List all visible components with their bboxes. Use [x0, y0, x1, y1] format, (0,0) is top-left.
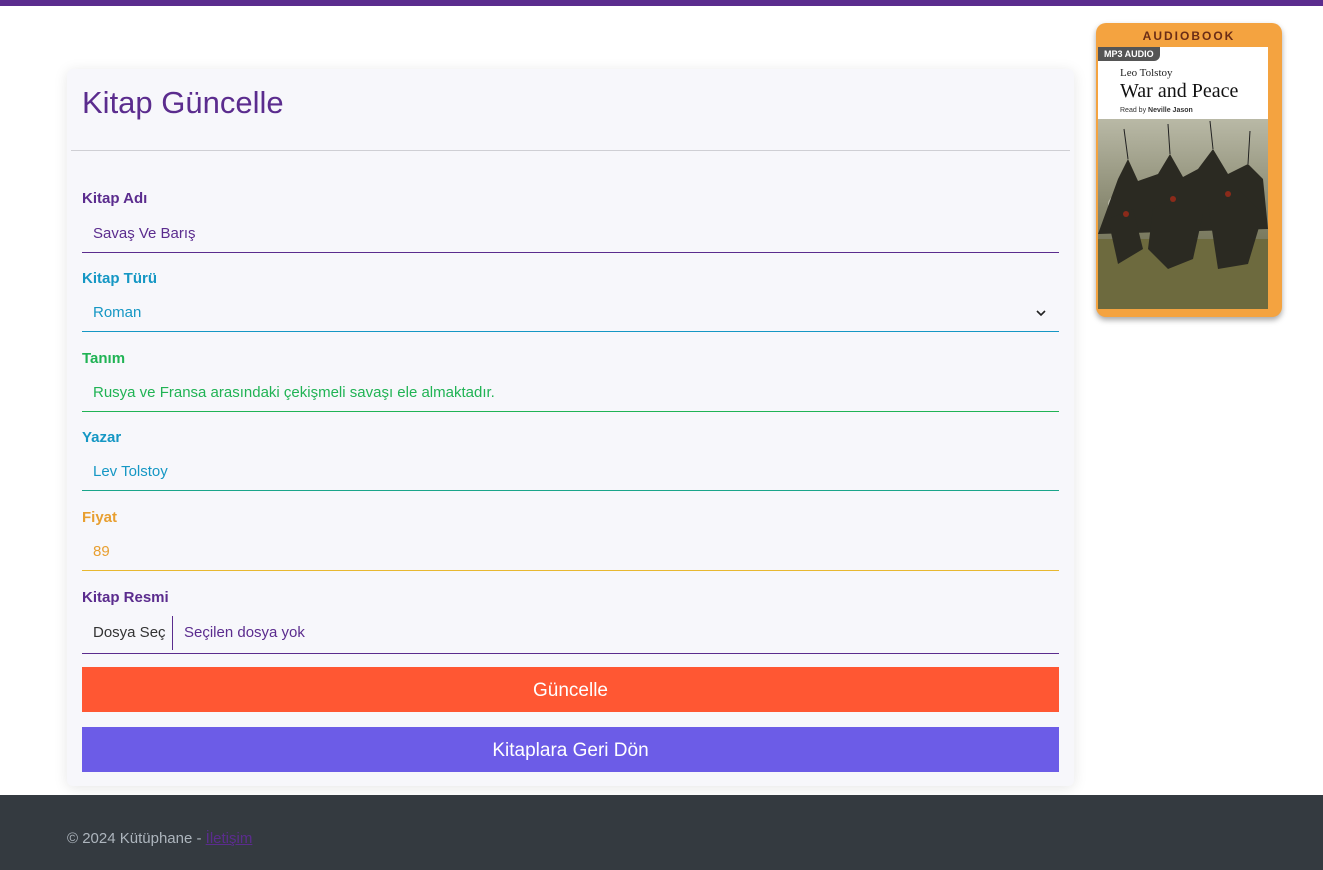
book-cover-image: AUDIOBOOK MP3 AUDIO Leo Tolstoy War and … — [1096, 23, 1282, 317]
description-label: Tanım — [82, 350, 126, 367]
cover-author: Leo Tolstoy — [1120, 67, 1173, 79]
book-genre-value: Roman — [93, 304, 142, 321]
cover-reader: Read by Neville Jason — [1120, 107, 1193, 114]
top-accent-bar — [0, 0, 1323, 6]
book-genre-label: Kitap Türü — [82, 270, 157, 287]
cover-painting — [1098, 119, 1268, 309]
description-input[interactable]: Rusya ve Fransa arasındaki çekişmeli sav… — [82, 374, 1059, 412]
book-genre-select[interactable]: Roman — [82, 294, 1059, 332]
book-image-label: Kitap Resmi — [82, 589, 169, 606]
price-value: 89 — [93, 543, 110, 560]
author-input[interactable]: Lev Tolstoy — [82, 453, 1059, 491]
price-input[interactable]: 89 — [82, 533, 1059, 571]
chevron-down-icon — [1036, 310, 1046, 317]
cover-inner: MP3 AUDIO Leo Tolstoy War and Peace Read… — [1098, 47, 1268, 309]
description-value: Rusya ve Fransa arasındaki çekişmeli sav… — [93, 384, 495, 401]
book-name-value: Savaş Ve Barış — [93, 225, 196, 242]
file-status-text: Seçilen dosya yok — [184, 624, 305, 641]
copyright-text: © 2024 Kütüphane - — [67, 830, 206, 847]
back-to-books-button[interactable]: Kitaplara Geri Dön — [82, 727, 1059, 772]
choose-file-label: Dosya Seç — [93, 624, 166, 641]
price-label: Fiyat — [82, 509, 118, 526]
cover-reader-prefix: Read by — [1120, 107, 1147, 114]
book-image-file-input[interactable]: Dosya Seç Seçilen dosya yok — [82, 616, 1059, 654]
author-value: Lev Tolstoy — [93, 463, 168, 480]
title-divider — [71, 150, 1070, 151]
author-label: Yazar — [82, 429, 122, 446]
book-name-label: Kitap Adı — [82, 190, 148, 207]
mp3-audio-badge: MP3 AUDIO — [1098, 47, 1160, 61]
cover-reader-name: Neville Jason — [1148, 107, 1193, 114]
audiobook-badge: AUDIOBOOK — [1142, 29, 1236, 43]
footer-text-row: © 2024 Kütüphane - İletişim — [67, 830, 252, 847]
contact-link[interactable]: İletişim — [206, 830, 253, 847]
update-book-card: Kitap Güncelle Kitap Adı Savaş Ve Barış … — [67, 69, 1074, 786]
update-button[interactable]: Güncelle — [82, 667, 1059, 712]
footer: © 2024 Kütüphane - İletişim — [0, 795, 1323, 870]
book-name-input[interactable]: Savaş Ve Barış — [82, 215, 1059, 253]
page-title: Kitap Güncelle — [82, 85, 284, 120]
choose-file-button[interactable]: Dosya Seç — [82, 616, 173, 650]
cover-title: War and Peace — [1120, 80, 1239, 102]
